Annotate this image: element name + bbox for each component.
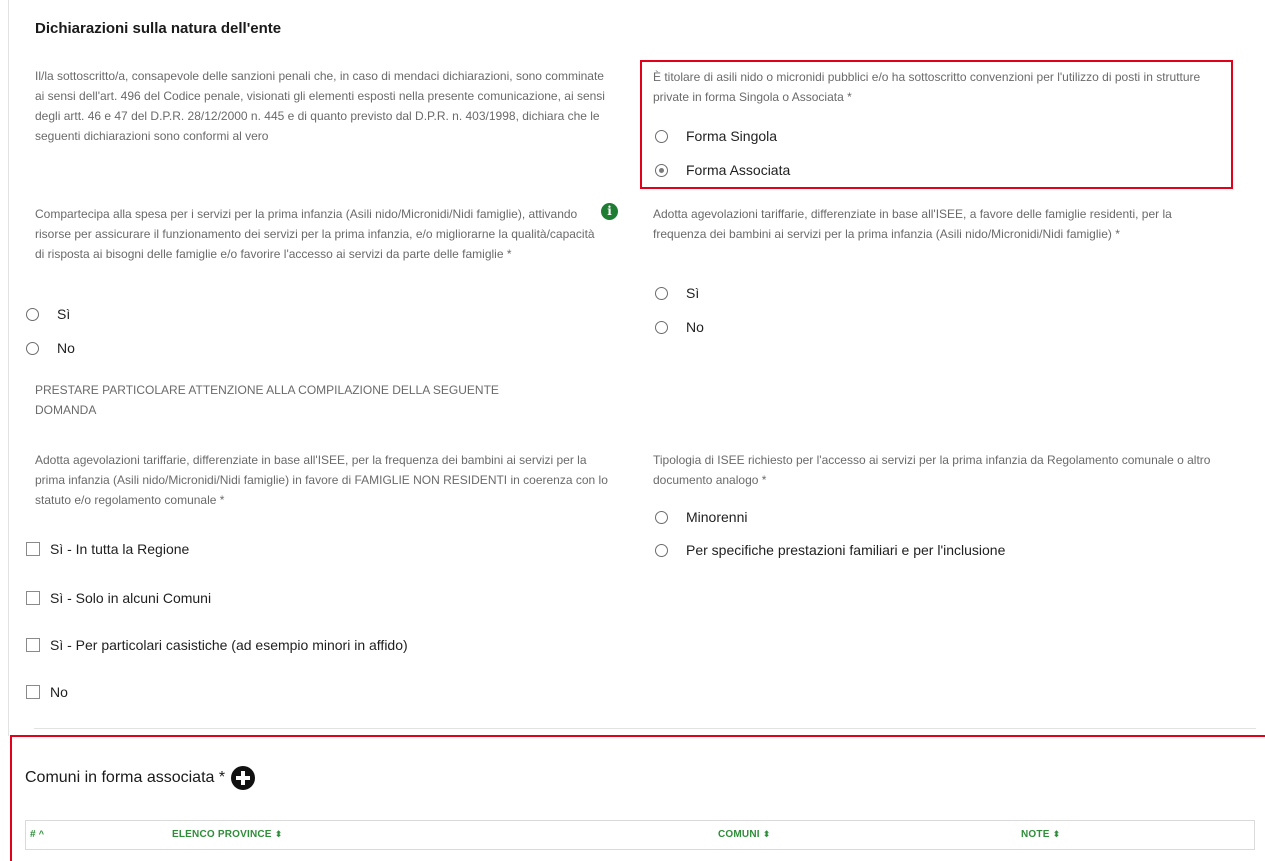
sort-icon: ⬍ [274,829,283,839]
info-icon[interactable]: i [601,203,618,220]
radio-compartecipa-no[interactable]: No [26,340,75,356]
radio-icon [655,286,668,300]
radio-forma-singola[interactable]: Forma Singola [655,128,777,144]
checkbox-icon [26,591,40,605]
checkbox-icon [26,542,40,556]
radio-icon [655,510,668,524]
radio-forma-associata[interactable]: Forma Associata [655,162,790,178]
checkbox-icon [26,685,40,699]
left-border [8,0,9,736]
column-header-note[interactable]: NOTE ⬍ [1021,829,1060,840]
sort-icon: ⬍ [1052,829,1061,839]
sort-asc-icon: ^ [38,829,45,839]
radio-residenti-no[interactable]: No [655,319,704,335]
column-header-elenco-province[interactable]: ELENCO PROVINCE ⬍ [172,829,282,840]
radio-icon [26,307,39,321]
checkbox-no[interactable]: No [26,684,68,700]
radio-isee-prestazioni-familiari[interactable]: Per specifiche prestazioni familiari e p… [655,542,1005,558]
radio-checked-icon [655,163,668,177]
intro-declaration: Il/la sottoscritto/a, consapevole delle … [35,69,605,143]
section-title: Dichiarazioni sulla natura dell'ente [35,20,282,37]
radio-residenti-si[interactable]: Sì [655,285,699,301]
radio-icon [655,129,668,143]
section-divider [34,728,1256,729]
question-isee-label: Tipologia di ISEE richiesto per l'access… [653,453,1211,487]
sort-icon: ⬍ [762,829,771,839]
question-non-residenti-label: Adotta agevolazioni tariffarie, differen… [35,453,608,507]
comuni-table-header: # ^ ELENCO PROVINCE ⬍ COMUNI ⬍ NOTE ⬍ [25,820,1255,850]
radio-icon [26,341,39,355]
comuni-section-title: Comuni in forma associata * [25,766,256,790]
question-compartecipa-label: Compartecipa alla spesa per i servizi pe… [35,207,595,261]
checkbox-tutta-regione[interactable]: Sì - In tutta la Regione [26,541,189,557]
checkbox-icon [26,638,40,652]
radio-icon [655,320,668,334]
checkbox-alcuni-comuni[interactable]: Sì - Solo in alcuni Comuni [26,590,211,606]
radio-icon [655,543,668,557]
question-agevolazioni-residenti-label: Adotta agevolazioni tariffarie, differen… [653,207,1172,241]
radio-isee-minorenni[interactable]: Minorenni [655,509,747,525]
column-header-comuni[interactable]: COMUNI ⬍ [718,829,771,840]
add-comune-icon[interactable] [231,766,256,790]
question-titolare-label: È titolare di asili nido o micronidi pub… [653,70,1201,104]
checkbox-particolari-casistiche[interactable]: Sì - Per particolari casistiche (ad esem… [26,637,408,653]
radio-compartecipa-si[interactable]: Sì [26,306,70,322]
column-header-index[interactable]: # ^ [30,829,44,840]
attention-note: PRESTARE PARTICOLARE ATTENZIONE ALLA COM… [35,383,499,417]
